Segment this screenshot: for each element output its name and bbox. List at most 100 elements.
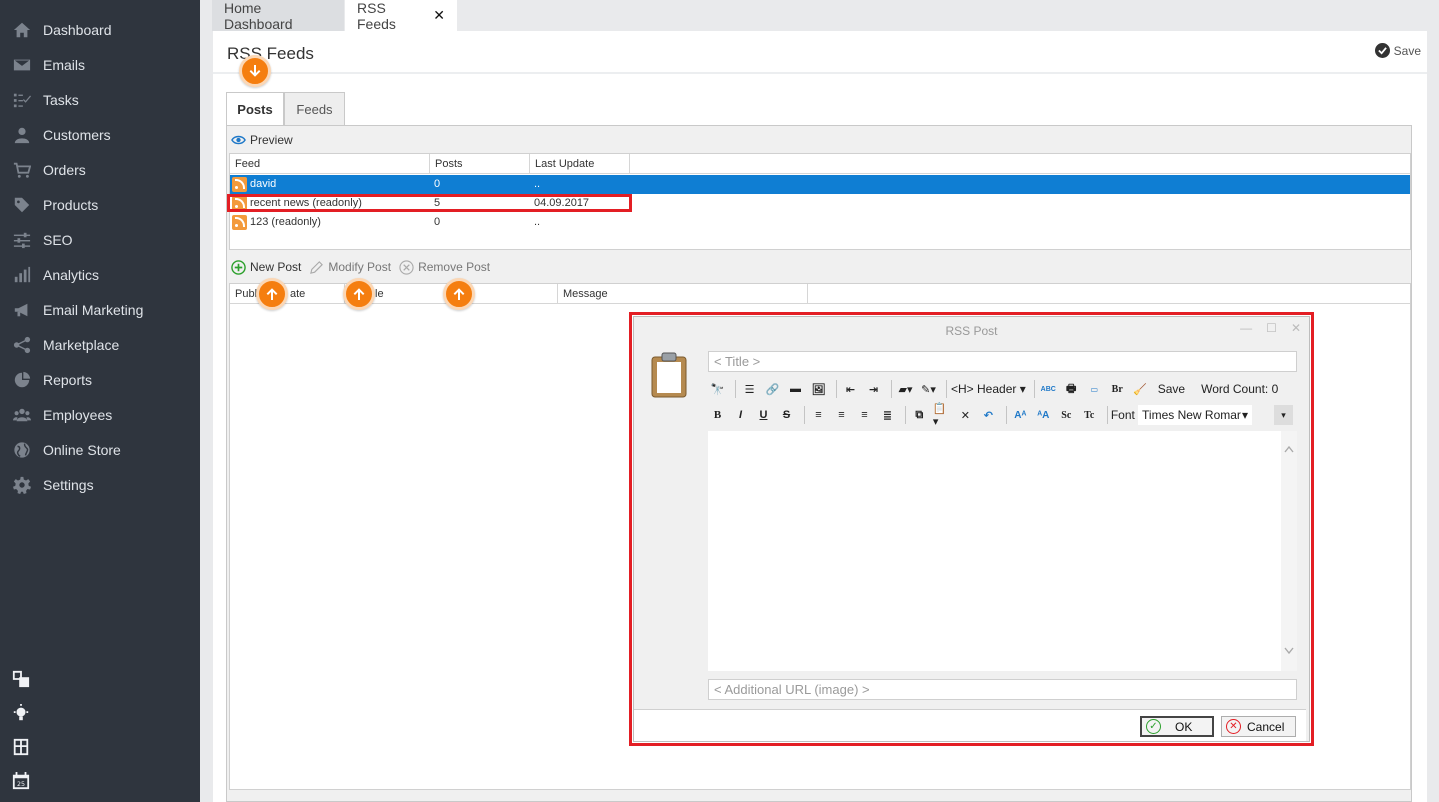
html-icon[interactable]: ▭	[1085, 379, 1104, 399]
column-header-last-update[interactable]: Last Update	[530, 154, 630, 174]
print-icon[interactable]: 🖶	[1062, 379, 1081, 399]
link-icon[interactable]: 🔗	[763, 379, 782, 399]
toolbar-separator	[946, 380, 947, 398]
image-icon[interactable]: 🖼	[809, 379, 828, 399]
new-post-button[interactable]: New Post	[231, 259, 302, 275]
strikethrough-button[interactable]: S	[777, 405, 796, 425]
align-center-icon[interactable]: ≡	[832, 405, 851, 425]
column-header-message[interactable]: Message	[558, 284, 808, 304]
table-row[interactable]: david 0 ..	[230, 175, 1410, 194]
sentence-case-button[interactable]: Sc	[1057, 405, 1076, 425]
check-circle-icon: ✓	[1146, 719, 1161, 734]
font-shrink-icon[interactable]: ᴬA	[1034, 405, 1053, 425]
remove-post-button[interactable]: Remove Post	[399, 259, 490, 275]
title-case-button[interactable]: Tc	[1080, 405, 1099, 425]
new-post-label: New Post	[250, 260, 302, 274]
sidebar-item-dashboard[interactable]: Dashboard	[0, 12, 200, 47]
sidebar-item-email-marketing[interactable]: Email Marketing	[0, 292, 200, 327]
align-right-icon[interactable]: ≡	[855, 405, 874, 425]
feed-name-cell: david	[250, 178, 277, 190]
widgets-icon[interactable]	[11, 669, 31, 689]
sidebar-item-online-store[interactable]: Online Store	[0, 432, 200, 467]
justify-icon[interactable]: ≣	[878, 405, 897, 425]
paste-icon[interactable]: 📋▾	[933, 403, 952, 428]
editor-save-button[interactable]: Save	[1158, 379, 1185, 399]
more-options-icon[interactable]: ▾	[1273, 405, 1293, 425]
arrow-up-callout-icon	[343, 278, 375, 310]
save-button[interactable]: Save	[1374, 43, 1421, 58]
spellcheck-icon[interactable]: ABC	[1039, 379, 1058, 399]
sidebar-item-settings[interactable]: Settings	[0, 467, 200, 502]
sliders-icon	[12, 231, 32, 249]
editor-toolbar-1: 🔭 ☰ 🔗 ▬ 🖼 ⇤ ⇥ ▰▾ ✎▾ <H> Header ▾ ABC 🖶 ▭…	[708, 377, 1297, 401]
sidebar-item-label: Orders	[43, 161, 86, 178]
copy-icon[interactable]: ⧉	[910, 405, 929, 425]
indent-icon[interactable]: ⇥	[864, 379, 883, 399]
sidebar-item-analytics[interactable]: Analytics	[0, 257, 200, 292]
sidebar-item-tasks[interactable]: Tasks	[0, 82, 200, 117]
italic-button[interactable]: I	[731, 405, 750, 425]
highlight-color-icon[interactable]: ▰▾	[896, 379, 915, 399]
scroll-up-icon	[1284, 445, 1294, 453]
sidebar-item-seo[interactable]: SEO	[0, 222, 200, 257]
cut-icon[interactable]: ✕	[956, 405, 975, 425]
page-title: RSS Feeds	[227, 44, 314, 63]
rss-icon	[232, 215, 247, 230]
table-row[interactable]: 123 (readonly) 0 ..	[230, 213, 1410, 232]
column-header-date[interactable]: ate	[285, 284, 345, 304]
post-title-input[interactable]: < Title >	[708, 351, 1297, 372]
column-header-posts[interactable]: Posts	[430, 154, 530, 174]
scroll-down-icon	[1284, 647, 1294, 655]
minimize-icon[interactable]: —	[1240, 321, 1252, 335]
horizontal-rule-icon[interactable]: ▬	[786, 379, 805, 399]
user-icon	[12, 126, 32, 144]
cart-icon	[12, 161, 32, 179]
close-icon[interactable]: ✕	[1291, 321, 1301, 335]
sidebar-item-label: Products	[43, 196, 99, 213]
calendar-day: 25	[17, 781, 25, 788]
underline-button[interactable]: U	[754, 405, 773, 425]
sidebar-item-reports[interactable]: Reports	[0, 362, 200, 397]
preview-button[interactable]: Preview	[231, 133, 293, 148]
cancel-circle-icon: ✕	[1226, 719, 1241, 734]
font-family-select[interactable]: Times New Romar ▾	[1138, 405, 1252, 425]
sidebar-item-label: Online Store	[43, 441, 121, 458]
line-break-button[interactable]: Br	[1108, 379, 1127, 399]
additional-url-input[interactable]: < Additional URL (image) >	[708, 679, 1297, 700]
maximize-icon[interactable]: ☐	[1266, 321, 1277, 335]
ok-button[interactable]: ✓ OK	[1140, 716, 1214, 737]
sidebar-item-label: Tasks	[43, 91, 79, 108]
bullet-list-icon[interactable]: ☰	[740, 379, 759, 399]
sidebar-item-emails[interactable]: Emails	[0, 47, 200, 82]
tab-feeds[interactable]: Feeds	[284, 92, 345, 126]
tab-home-dashboard[interactable]: Home Dashboard	[212, 0, 344, 32]
font-grow-icon[interactable]: Aᴬ	[1011, 405, 1030, 425]
calculator-icon[interactable]	[11, 737, 31, 757]
cancel-button[interactable]: ✕ Cancel	[1221, 716, 1296, 737]
sidebar-item-orders[interactable]: Orders	[0, 152, 200, 187]
sidebar-item-customers[interactable]: Customers	[0, 117, 200, 152]
clear-format-icon[interactable]: 🧹	[1131, 379, 1150, 399]
rss-post-dialog: RSS Post — ☐ ✕ < Title > 🔭 ☰ 🔗 ▬ 🖼 ⇤ ⇥ ▰…	[633, 316, 1310, 742]
last-update-cell: ..	[534, 178, 541, 190]
post-body-editor[interactable]	[708, 431, 1297, 671]
outdent-icon[interactable]: ⇤	[841, 379, 860, 399]
sidebar-item-marketplace[interactable]: Marketplace	[0, 327, 200, 362]
find-icon[interactable]: 🔭	[708, 379, 727, 399]
undo-icon[interactable]: ↶	[979, 405, 998, 425]
sidebar-item-employees[interactable]: Employees	[0, 397, 200, 432]
sidebar-item-products[interactable]: Products	[0, 187, 200, 222]
tab-posts[interactable]: Posts	[226, 92, 284, 126]
header-dropdown[interactable]: <H> Header ▾	[951, 379, 1026, 399]
modify-post-button[interactable]: Modify Post	[309, 260, 391, 275]
calendar-icon[interactable]: 25	[11, 771, 31, 791]
bold-button[interactable]: B	[708, 405, 727, 425]
editor-scrollbar[interactable]	[1281, 431, 1297, 671]
column-header-feed[interactable]: Feed	[230, 154, 430, 174]
pen-color-icon[interactable]: ✎▾	[919, 379, 938, 399]
tab-rss-feeds[interactable]: RSS Feeds ✕	[345, 0, 457, 32]
close-icon[interactable]: ✕	[433, 7, 445, 24]
align-left-icon[interactable]: ≡	[809, 405, 828, 425]
toolbar-separator	[804, 406, 805, 424]
lightbulb-icon[interactable]	[11, 703, 31, 723]
